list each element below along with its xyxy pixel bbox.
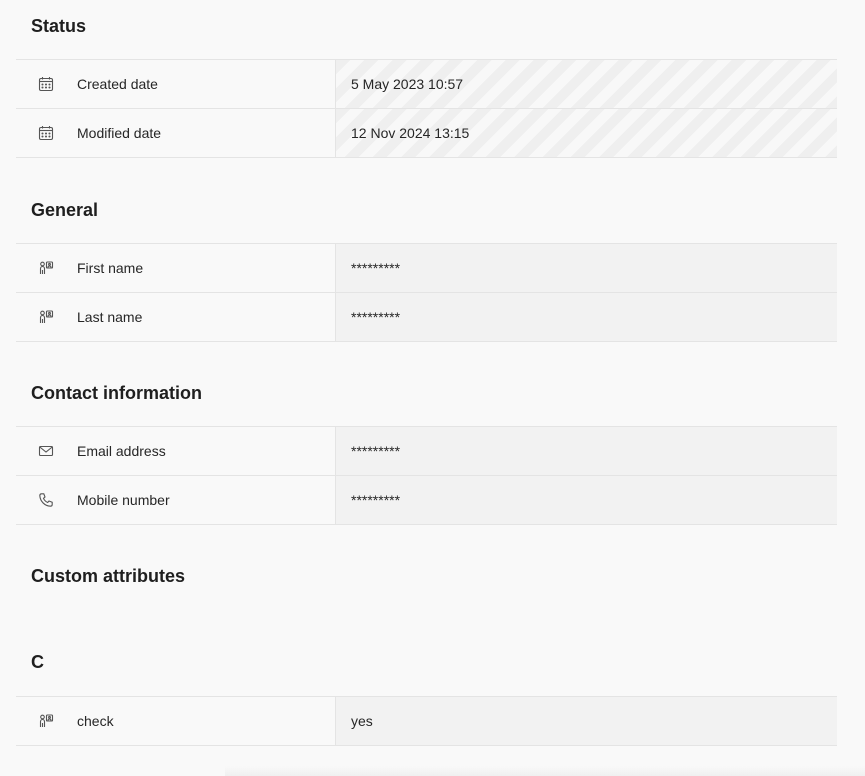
field-row-email: Email address ********* bbox=[16, 427, 837, 476]
record-details-page: Status Created date 5 May 2023 10:57 Mod… bbox=[0, 0, 865, 776]
field-value-masked[interactable]: ********* bbox=[336, 476, 837, 524]
field-label: First name bbox=[77, 260, 144, 276]
calendar-icon bbox=[38, 76, 54, 92]
section-title-contact: Contact information bbox=[31, 383, 202, 403]
field-label-cell: First name bbox=[16, 244, 336, 292]
section-title-status: Status bbox=[31, 16, 87, 36]
field-label-cell: check bbox=[16, 697, 336, 745]
field-row-check: check yes bbox=[16, 697, 837, 746]
field-row-created-date: Created date 5 May 2023 10:57 bbox=[16, 60, 837, 109]
field-value-readonly: 5 May 2023 10:57 bbox=[336, 60, 837, 108]
field-label-cell: Email address bbox=[16, 427, 336, 475]
field-value-masked[interactable]: ********* bbox=[336, 293, 837, 341]
field-label-cell: Created date bbox=[16, 60, 336, 108]
field-label-cell: Last name bbox=[16, 293, 336, 341]
field-value[interactable]: yes bbox=[336, 697, 837, 745]
section-title-custom-attributes: Custom attributes bbox=[31, 566, 186, 586]
field-row-first-name: First name ********* bbox=[16, 244, 837, 293]
field-label: Email address bbox=[77, 443, 166, 459]
status-table: Created date 5 May 2023 10:57 Modified d… bbox=[16, 59, 837, 158]
field-label: Mobile number bbox=[77, 492, 170, 508]
bottom-shadow bbox=[225, 766, 865, 776]
field-label: Modified date bbox=[77, 125, 162, 141]
field-label: Created date bbox=[77, 76, 158, 92]
field-value-readonly: 12 Nov 2024 13:15 bbox=[336, 109, 837, 157]
person-id-icon bbox=[38, 260, 54, 276]
field-label: Last name bbox=[77, 309, 143, 325]
field-label-cell: Mobile number bbox=[16, 476, 336, 524]
field-label: check bbox=[77, 713, 114, 729]
general-table: First name ********* Last name ********* bbox=[16, 243, 837, 342]
field-row-modified-date: Modified date 12 Nov 2024 13:15 bbox=[16, 109, 837, 158]
person-id-icon bbox=[38, 713, 54, 729]
field-row-mobile: Mobile number ********* bbox=[16, 476, 837, 525]
contact-table: Email address ********* Mobile number **… bbox=[16, 426, 837, 525]
c-table: check yes bbox=[16, 696, 837, 746]
field-value-masked[interactable]: ********* bbox=[336, 244, 837, 292]
section-title-c: C bbox=[31, 652, 44, 672]
field-row-last-name: Last name ********* bbox=[16, 293, 837, 342]
calendar-icon bbox=[38, 125, 54, 141]
field-label-cell: Modified date bbox=[16, 109, 336, 157]
person-id-icon bbox=[38, 309, 54, 325]
field-value-masked[interactable]: ********* bbox=[336, 427, 837, 475]
mail-icon bbox=[38, 443, 54, 459]
section-title-general: General bbox=[31, 200, 99, 220]
phone-icon bbox=[38, 492, 54, 508]
